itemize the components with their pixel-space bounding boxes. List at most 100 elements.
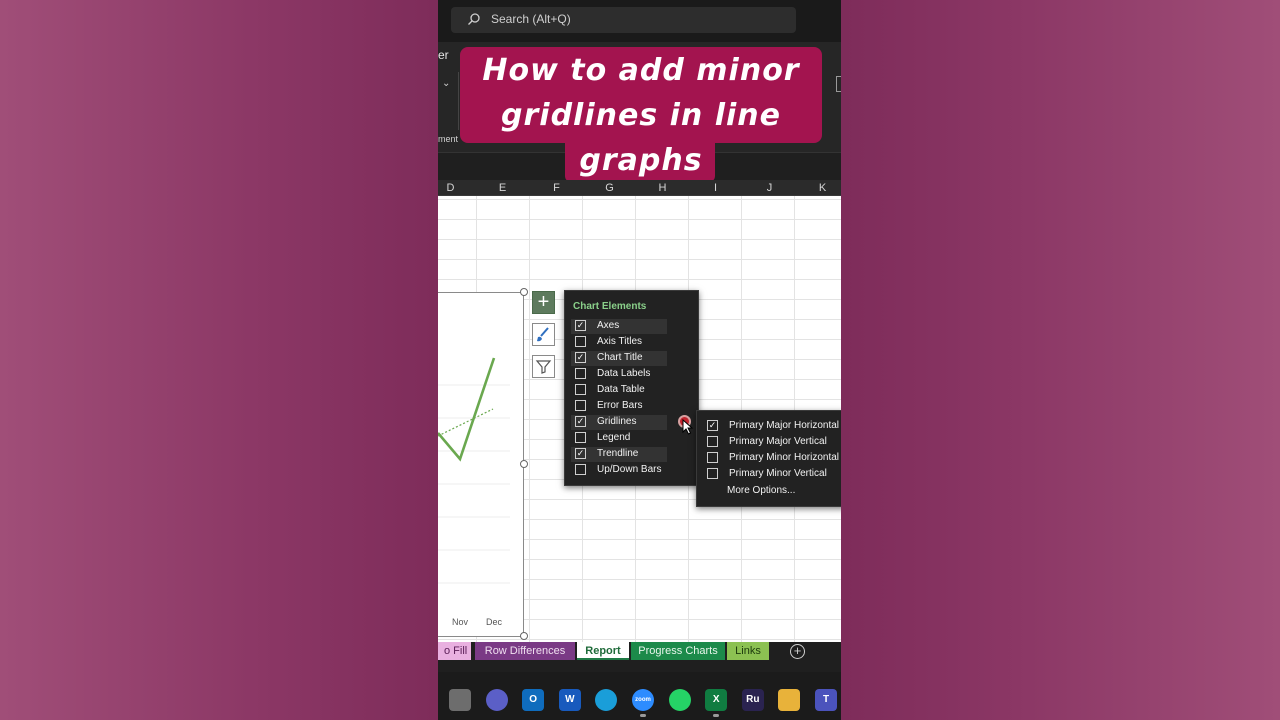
background-left [0,0,438,720]
checkbox[interactable]: ✓ [575,448,586,459]
chart-element-data-table[interactable]: Data Table [571,383,667,398]
chart-plot [438,357,510,584]
ribbon-separator [458,72,459,130]
ribbon-group-label: ment [438,134,459,144]
filter-icon [535,360,552,374]
banner-line-3: graphs [579,143,703,178]
gridline-option-primary-minor-vertical[interactable]: Primary Minor Vertical [707,467,841,482]
checkbox[interactable] [575,464,586,475]
chart-elements-button[interactable]: + [532,291,555,314]
chart-element-data-labels[interactable]: Data Labels [571,367,667,382]
chart-element-up-down-bars[interactable]: Up/Down Bars [571,463,667,478]
gridline-option-primary-major-horizontal[interactable]: ✓ Primary Major Horizontal [707,419,841,434]
outlook-icon[interactable]: O [522,689,545,711]
checkbox[interactable]: ✓ [575,416,586,427]
column-header[interactable]: J [743,182,796,194]
column-header[interactable]: I [689,182,742,194]
line-chart[interactable] [438,292,524,637]
chart-element-trendline[interactable]: ✓ Trendline [571,447,667,462]
search-box[interactable]: Search (Alt+Q) [451,7,796,33]
teams-meet-icon[interactable] [485,689,508,711]
banner-line-2: gridlines in line [501,98,781,133]
sheet-tab[interactable]: Progress Charts [631,642,725,660]
chart-element-label: Legend [597,432,631,443]
chart-element-label: Axis Titles [597,336,643,347]
chart-element-chart-title[interactable]: ✓ Chart Title [571,351,667,366]
search-placeholder: Search (Alt+Q) [491,12,571,26]
chart-filters-button[interactable] [532,355,555,378]
gridlines-submenu: ✓ Primary Major Horizontal Primary Major V… [696,410,841,507]
excel-icon[interactable]: X [705,689,728,711]
chart-element-legend[interactable]: Legend [571,431,667,446]
column-header[interactable]: K [796,182,841,194]
chart-element-error-bars[interactable]: Error Bars [571,399,667,414]
running-indicator [713,714,720,717]
column-header[interactable]: E [476,182,529,194]
checkbox[interactable]: ✓ [707,420,718,431]
checkbox[interactable]: ✓ [575,320,586,331]
more-options-link[interactable]: More Options... [727,485,795,496]
resize-handle[interactable] [520,460,528,468]
x-axis-label: Nov [452,617,469,627]
gridline-option-label: Primary Minor Horizontal [729,452,840,463]
chart-element-label: Error Bars [597,400,643,411]
search-icon [468,13,480,25]
title-bar: Search (Alt+Q) [438,0,841,42]
chart-element-axis-titles[interactable]: Axis Titles [571,335,667,350]
chart-styles-button[interactable] [532,323,555,346]
whatsapp-icon[interactable] [668,689,691,711]
sheet-tab-active[interactable]: Report [577,642,629,660]
chart-element-label: Gridlines [597,416,637,427]
gridline-option-label: Primary Major Vertical [729,436,827,447]
file-explorer-icon[interactable] [449,689,471,711]
folder-icon[interactable] [778,689,801,711]
resize-handle[interactable] [520,288,528,296]
checkbox[interactable] [707,436,718,447]
add-sheet-icon[interactable]: + [790,644,805,659]
gridline-option-label: Primary Major Horizontal [729,420,840,431]
checkbox[interactable] [575,368,586,379]
resize-handle[interactable] [520,632,528,640]
x-axis-label: Dec [486,617,503,627]
trendline [438,408,494,437]
taskbar: O Wzoom X Ru T [438,672,841,720]
chart-element-label: Chart Title [597,352,643,363]
banner-line-1: How to add minor [482,53,800,88]
styles-icon[interactable] [836,76,841,92]
teams-icon[interactable]: T [815,689,837,711]
column-header[interactable]: F [530,182,583,194]
chart-element-label: Axes [597,320,620,331]
data-series-line [438,357,496,462]
chart-element-label: Up/Down Bars [597,464,662,475]
sheet-tabs: o Fill Row Differences Report Progress C… [438,642,841,662]
chart-element-label: Trendline [597,448,639,459]
column-headers: D E F G H I J K [438,180,841,196]
sheet-tab[interactable]: Row Differences [475,642,575,660]
checkbox[interactable] [707,452,718,463]
column-header[interactable]: H [636,182,689,194]
checkbox[interactable] [707,468,718,479]
chart-element-gridlines[interactable]: ✓ Gridlines [571,415,667,430]
rush-icon[interactable]: Ru [741,689,764,711]
chart-element-label: Data Table [597,384,645,395]
excel-window: Search (Alt+Q) er ⌄ ment How to add mino… [438,0,841,720]
chart-element-axes[interactable]: ✓ Axes [571,319,667,334]
sheet-tab[interactable]: o Fill [438,642,471,660]
ribbon-tab-fragment[interactable]: er [438,48,449,62]
chart-elements-panel: Chart Elements ✓ Axes Axis Titles ✓ Chart Ti… [564,290,699,486]
column-header[interactable]: D [438,182,477,194]
sheet-tab[interactable]: Links [727,642,769,660]
running-indicator [640,714,646,717]
checkbox[interactable] [575,400,586,411]
gridline-option-primary-minor-horizontal[interactable]: Primary Minor Horizontal [707,451,841,466]
gridline-option-primary-major-vertical[interactable]: Primary Major Vertical [707,435,841,450]
checkbox[interactable]: ✓ [575,352,586,363]
checkbox[interactable] [575,432,586,443]
chevron-down-icon[interactable]: ⌄ [442,78,450,89]
checkbox[interactable] [575,384,586,395]
edge-icon[interactable] [595,689,618,711]
checkbox[interactable] [575,336,586,347]
zoom-icon[interactable]: zoom [632,689,654,711]
column-header[interactable]: G [583,182,636,194]
word-icon[interactable]: W [558,689,581,711]
